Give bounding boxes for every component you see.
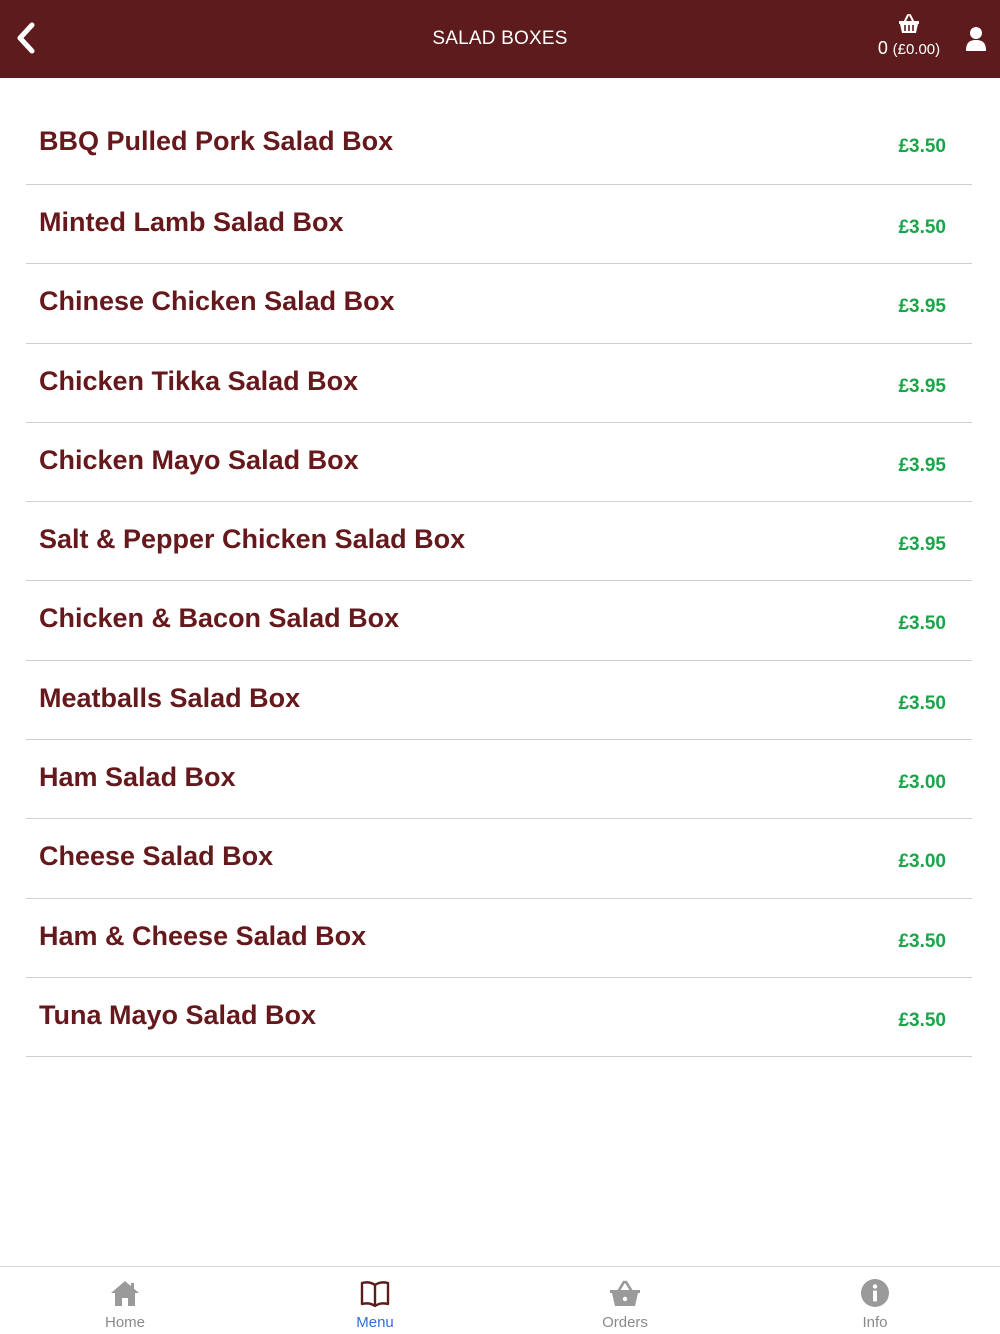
basket-total: (£0.00)	[892, 41, 941, 58]
tab-home-label: Home	[104, 1314, 145, 1331]
tab-orders-label: Orders	[602, 1314, 648, 1331]
menu-item-name: Meatballs Salad Box	[39, 682, 301, 713]
basket-summary: 0 (£0.00)	[862, 38, 956, 59]
menu-item-name: Chinese Chicken Salad Box	[39, 286, 395, 317]
tab-menu[interactable]: Menu	[250, 1267, 500, 1334]
tab-orders[interactable]: Orders	[500, 1267, 750, 1334]
menu-item[interactable]: Ham Salad Box £3.00	[26, 740, 972, 820]
menu-item-price: £3.00	[898, 851, 946, 873]
menu-item-name: Ham & Cheese Salad Box	[39, 920, 367, 951]
tab-menu-label: Menu	[356, 1314, 394, 1331]
menu-item-price: £3.50	[898, 692, 946, 714]
menu-item[interactable]: Chicken Mayo Salad Box £3.95	[26, 423, 972, 503]
menu-item-name: Cheese Salad Box	[39, 841, 274, 872]
menu-item[interactable]: Chicken & Bacon Salad Box £3.50	[26, 581, 972, 661]
tab-home[interactable]: Home	[0, 1267, 250, 1334]
page-title: SALAD BOXES	[432, 28, 568, 49]
tab-info-label: Info	[862, 1314, 888, 1331]
user-icon	[966, 27, 986, 51]
home-icon	[111, 1281, 139, 1306]
menu-item-price: £3.50	[898, 136, 946, 157]
basket-button[interactable]: 0 (£0.00)	[862, 12, 956, 64]
menu-item-price: £3.95	[898, 375, 946, 397]
basket-count: 0	[877, 38, 888, 58]
back-button[interactable]	[8, 18, 44, 58]
menu-item-name: Chicken Tikka Salad Box	[39, 365, 359, 396]
menu-item-list: BBQ Pulled Pork Salad Box £3.50 Minted L…	[26, 104, 972, 1058]
menu-item-name: BBQ Pulled Pork Salad Box	[39, 126, 394, 156]
menu-item-price: £3.50	[898, 1009, 946, 1031]
info-icon	[861, 1279, 889, 1307]
menu-item-name: Tuna Mayo Salad Box	[39, 999, 317, 1030]
basket-icon	[899, 14, 919, 33]
menu-item-price: £3.95	[898, 454, 946, 476]
menu-item-price: £3.00	[898, 772, 946, 794]
menu-item[interactable]: Cheese Salad Box £3.00	[26, 819, 972, 899]
menu-item[interactable]: Meatballs Salad Box £3.50	[26, 661, 972, 741]
menu-item-name: Ham Salad Box	[39, 762, 236, 793]
menu-item-name: Chicken & Bacon Salad Box	[39, 603, 400, 634]
menu-item-price: £3.50	[898, 613, 946, 635]
menu-item[interactable]: Minted Lamb Salad Box £3.50	[26, 185, 972, 265]
top-app-bar: SALAD BOXES 0 (£0.00)	[0, 0, 1000, 78]
menu-item[interactable]: Chicken Tikka Salad Box £3.95	[26, 344, 972, 423]
account-button[interactable]	[958, 22, 994, 56]
menu-item-price: £3.50	[898, 217, 946, 238]
chevron-left-icon	[17, 22, 35, 54]
menu-item-price: £3.50	[898, 930, 946, 952]
menu-item-name: Minted Lamb Salad Box	[39, 207, 344, 237]
bottom-tab-bar: Home Menu Orders Info	[0, 1266, 1000, 1334]
basket-icon	[610, 1280, 640, 1306]
menu-item-name: Salt & Pepper Chicken Salad Box	[39, 524, 466, 555]
book-icon	[360, 1281, 390, 1307]
menu-item[interactable]: Tuna Mayo Salad Box £3.50	[26, 978, 972, 1058]
menu-item[interactable]: Chinese Chicken Salad Box £3.95	[26, 264, 972, 344]
tab-info[interactable]: Info	[750, 1267, 1000, 1334]
menu-item[interactable]: BBQ Pulled Pork Salad Box £3.50	[26, 104, 972, 185]
menu-item-name: Chicken Mayo Salad Box	[39, 444, 359, 475]
menu-item-price: £3.95	[898, 296, 946, 318]
menu-item[interactable]: Salt & Pepper Chicken Salad Box £3.95	[26, 502, 972, 582]
menu-item-price: £3.95	[898, 534, 946, 556]
menu-item[interactable]: Ham & Cheese Salad Box £3.50	[26, 899, 972, 978]
